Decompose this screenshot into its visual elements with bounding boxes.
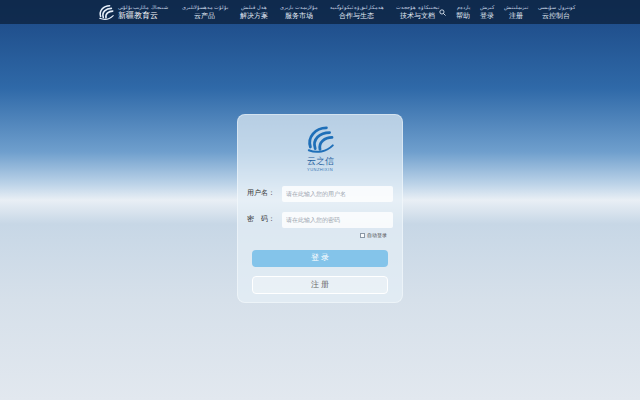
nav-item[interactable]: ھەمكارلىق ۋە ئېكولوگىيە合作与生态 [330,4,385,20]
site-logo-icon [97,3,115,21]
field-label: 用户名： [247,188,282,199]
nav-item[interactable]: بۇلۇت مەھسۇلاتلىرى云产品 [182,4,228,20]
login-form: 用户名： 密 码： [247,186,393,228]
password-input[interactable] [282,212,393,228]
top-nav: شىنجاڭ مائارىپ بۇلۇتى新疆教育云 بۇلۇت مەھسۇلات… [0,0,640,24]
nav-item[interactable]: ياردەم帮助 [456,4,470,20]
nav-item[interactable]: تىزىملىتىش注册 [504,4,528,20]
nav-item[interactable]: كونترول سۇپىسى云控制台 [538,4,574,20]
remember-checkbox[interactable] [360,233,365,238]
nav-item[interactable]: ھەل قىلىش解决方案 [240,4,268,20]
nav-right: ياردەم帮助 كىرىش登录 تىزىملىتىش注册 كونترول سۇپىس… [439,4,574,20]
nav-menu: بۇلۇت مەھسۇلاتلىرى云产品 ھەل قىلىش解决方案 مۇلازى… [182,4,439,20]
form-row: 密 码： [247,212,393,228]
nav-item[interactable]: مۇلازىمەت بازىرى服务市场 [280,4,317,20]
login-page: شىنجاڭ مائارىپ بۇلۇتى新疆教育云 بۇلۇت مەھسۇلات… [0,0,640,400]
login-button[interactable]: 登 录 [252,250,388,267]
username-input[interactable] [282,186,393,202]
site-logo[interactable]: شىنجاڭ مائارىپ بۇلۇتى新疆教育云 [97,3,168,21]
nav-item[interactable]: تېخنىكا ۋە ھۆججەت技术与文档 [396,4,439,20]
remember-row[interactable]: 自动登录 [247,232,393,239]
register-button[interactable]: 注 册 [252,276,388,294]
card-logo: 云之信YUNZHIXIN [304,123,336,172]
login-card: 云之信YUNZHIXIN 用户名： 密 码： 自动登录登 录注 册 [237,114,403,303]
card-logo-icon [304,123,336,155]
nav-item[interactable]: كىرىش登录 [480,4,494,20]
search-icon[interactable] [439,9,446,16]
button-group: 登 录注 册 [252,250,388,294]
background-photo: 云之信YUNZHIXIN 用户名： 密 码： 自动登录登 录注 册 [0,24,640,400]
field-label: 密 码： [247,214,282,225]
form-row: 用户名： [247,186,393,202]
